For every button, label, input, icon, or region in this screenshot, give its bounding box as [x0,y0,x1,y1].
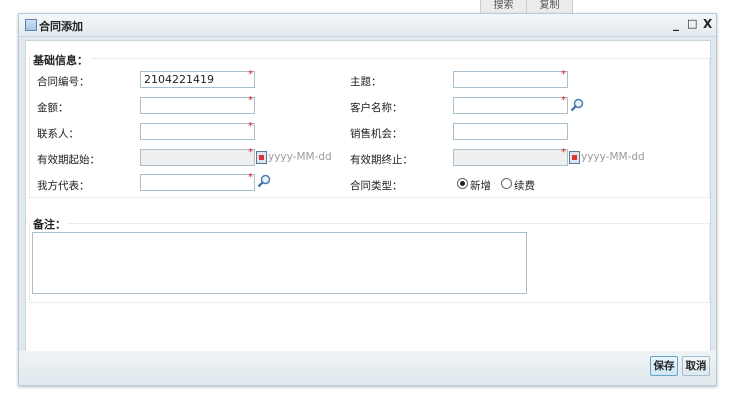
valid-end-input[interactable] [453,149,568,166]
radio-renewal[interactable] [501,178,512,189]
customer-label: 客户名称： [350,102,403,114]
tab-search[interactable]: 搜索 [480,0,527,14]
contract-no-label: 合同编号： [37,76,90,88]
form-panel: 基础信息： 合同编号： 2104221419 * 主题： * 金额： * 客户名… [25,40,711,352]
subject-input[interactable] [453,71,568,88]
valid-start-label: 有效期起始： [37,154,100,166]
radio-renewal-label: 续费 [514,180,535,192]
dialog-title: 合同添加 [39,20,83,33]
subject-label: 主题： [350,76,382,88]
cancel-button[interactable]: 取消 [682,356,710,376]
table-icon [25,19,37,31]
opportunity-input[interactable] [453,123,568,140]
valid-end-label: 有效期终止： [350,154,413,166]
calendar-icon[interactable] [569,151,580,164]
title-bar[interactable]: 合同添加 _ □ X [19,14,716,37]
opportunity-label: 销售机会： [350,128,403,140]
date-format-hint: yyyy-MM-dd [268,151,332,163]
amount-input[interactable] [140,97,255,114]
save-button[interactable]: 保存 [650,356,678,376]
contract-type-label: 合同类型： [350,180,403,192]
contract-add-dialog: 合同添加 _ □ X 基础信息： 合同编号： 2104221419 * 主题： … [18,13,717,386]
remarks-textarea[interactable] [32,232,527,294]
contact-input[interactable] [140,123,255,140]
customer-input[interactable] [453,97,568,114]
required-mark: * [561,69,566,80]
contact-label: 联系人： [37,128,79,140]
maximize-button[interactable]: □ [687,17,697,30]
valid-start-input[interactable] [140,149,255,166]
remarks-legend: 备注： [31,216,68,232]
date-format-hint: yyyy-MM-dd [581,151,645,163]
required-mark: * [561,95,566,106]
required-mark: * [248,147,253,158]
required-mark: * [561,147,566,158]
required-mark: * [248,69,253,80]
required-mark: * [248,172,253,183]
basic-info-legend: 基础信息： [31,52,90,68]
amount-label: 金额： [37,102,69,114]
close-button[interactable]: X [703,17,712,31]
search-icon[interactable] [257,174,271,188]
required-mark: * [248,95,253,106]
calendar-icon[interactable] [256,151,267,164]
minimize-button[interactable]: _ [673,17,679,31]
radio-new-label: 新增 [470,180,491,192]
radio-new[interactable] [457,178,468,189]
contract-no-input[interactable]: 2104221419 [140,71,255,88]
representative-input[interactable] [140,174,255,191]
dialog-footer: 保存 取消 [19,351,716,385]
representative-label: 我方代表： [37,180,90,192]
tab-copy[interactable]: 复制 [526,0,573,14]
search-icon[interactable] [570,98,584,112]
required-mark: * [248,121,253,132]
